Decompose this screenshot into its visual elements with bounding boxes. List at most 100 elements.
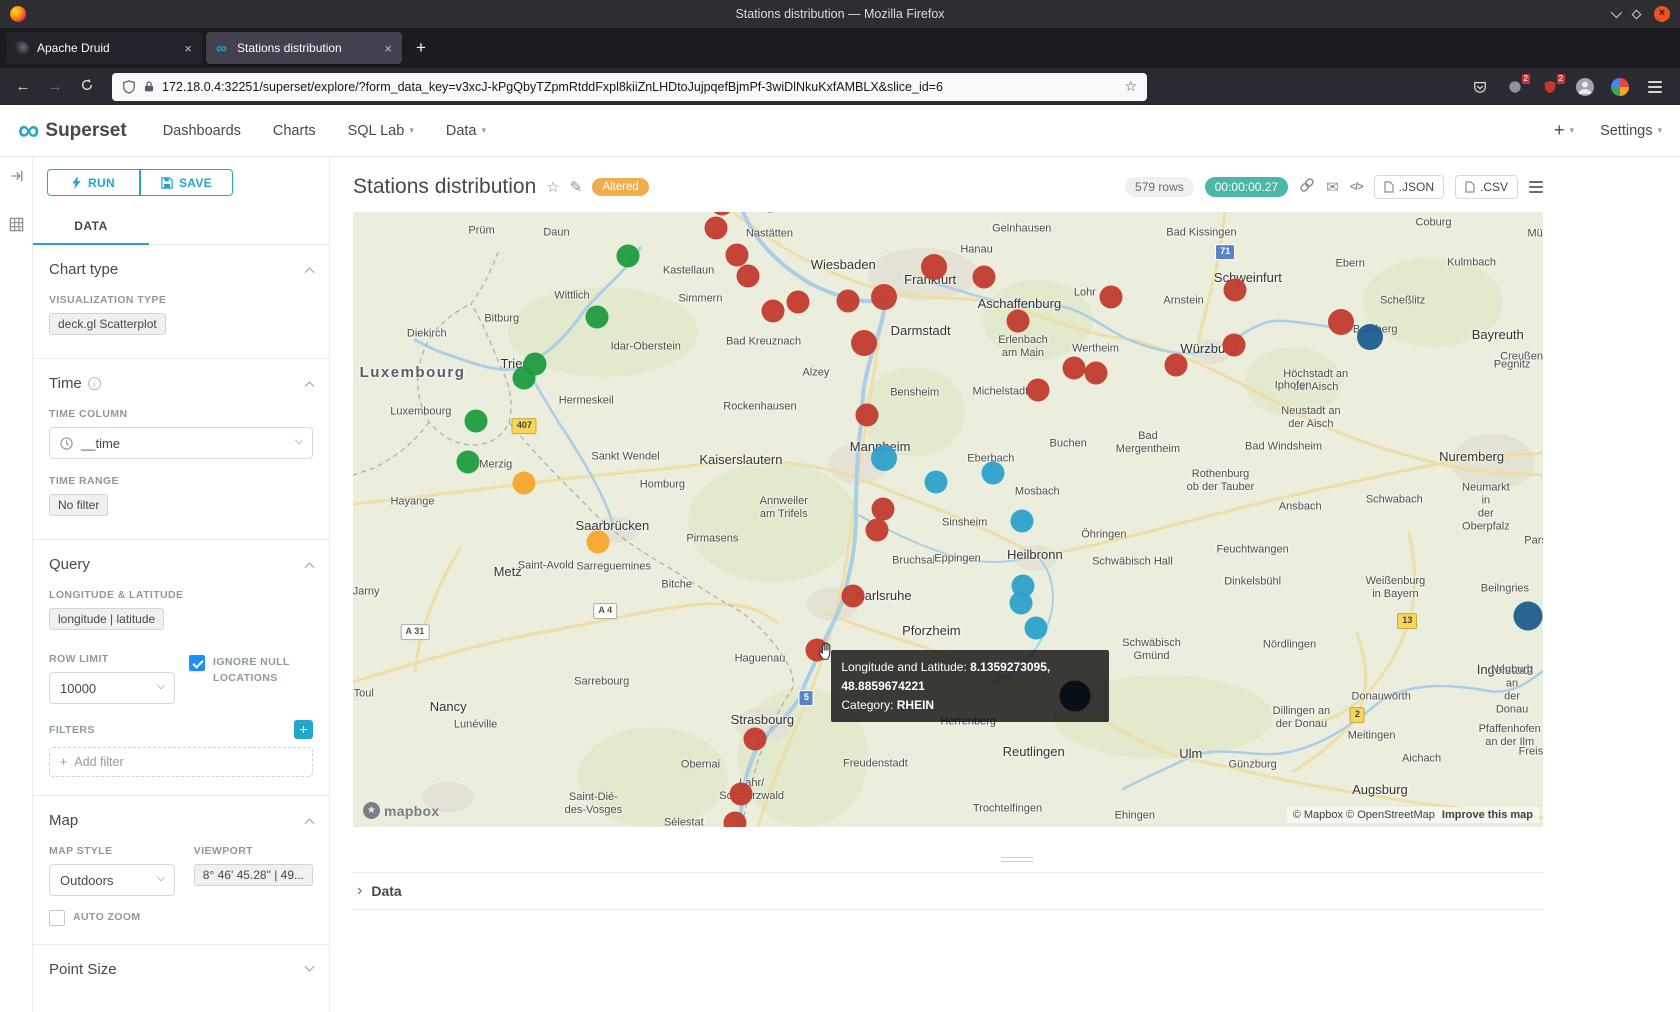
run-button[interactable]: RUN [47,169,140,196]
map-header[interactable]: Map [49,812,313,829]
browser-tab-apache-druid[interactable]: Apache Druid × [6,32,202,64]
point-size-header[interactable]: Point Size [49,961,313,978]
scatter-point[interactable] [762,300,785,323]
nav-item-sql-lab[interactable]: SQL Lab▾ [348,123,414,139]
embed-code-icon[interactable]: </> [1350,181,1363,193]
scatter-point[interactable] [925,470,948,493]
time-range-pill[interactable]: No filter [49,494,108,516]
scatter-point[interactable] [1357,324,1383,350]
export-json-button[interactable]: .JSON [1374,175,1444,199]
improve-map-link[interactable]: Improve this map [1442,809,1533,821]
scatter-point[interactable] [1328,309,1354,335]
extension-pinwheel-icon[interactable] [1611,78,1629,96]
scatter-point[interactable] [1100,285,1123,308]
chart-menu-icon[interactable] [1529,186,1543,188]
add-filter-plus-button[interactable]: + [294,720,313,739]
nav-item-charts[interactable]: Charts [273,123,316,139]
chart-type-header[interactable]: Chart type [49,261,313,278]
add-filter-box[interactable]: +Add filter [49,747,313,777]
scatter-point[interactable] [841,584,864,607]
scatter-point[interactable] [513,472,536,495]
extension-icon[interactable]: 2 [1506,78,1524,96]
scatter-point[interactable] [726,244,749,267]
scatter-point[interactable] [851,330,877,356]
tracking-shield-icon[interactable] [122,80,136,94]
scatter-point[interactable] [1223,279,1246,302]
tab-close-icon[interactable]: × [182,41,194,56]
viewport-pill[interactable]: 8° 46' 45.28" | 49... [194,864,313,886]
profile-avatar-icon[interactable] [1576,78,1594,96]
browser-tab-stations-distribution[interactable]: ∞ Stations distribution × [206,32,402,64]
resize-grip[interactable] [1001,857,1033,862]
row-limit-select[interactable]: 10000 [49,672,175,704]
window-close-button[interactable]: × [1654,6,1670,22]
scatter-point[interactable] [616,245,639,268]
scatter-point[interactable] [982,461,1005,484]
scatter-point[interactable] [723,811,746,827]
edit-properties-icon[interactable]: ✎ [570,178,583,196]
scatter-point[interactable] [1027,378,1050,401]
nav-item-data[interactable]: Data▾ [446,123,486,139]
forward-button[interactable]: → [42,78,68,95]
scatter-point[interactable] [587,531,610,554]
adblock-shield-icon[interactable]: 2 [1541,78,1559,96]
reload-button[interactable] [74,78,100,96]
share-link-icon[interactable] [1299,177,1315,197]
nav-item-dashboards[interactable]: Dashboards [163,123,241,139]
scatter-point[interactable] [1007,309,1030,332]
scatter-point[interactable] [464,410,487,433]
scatter-point[interactable] [744,728,767,751]
scatter-point[interactable] [871,445,897,471]
time-column-select[interactable]: __time [49,427,313,459]
scatter-point[interactable] [513,367,536,390]
window-maximize-button[interactable] [1632,9,1642,19]
scatter-point[interactable] [457,451,480,474]
save-button[interactable]: SAVE [140,169,233,196]
url-text[interactable]: 172.18.0.4:32251/superset/explore/?form_… [162,80,1117,94]
scatter-point[interactable] [1165,354,1188,377]
scatter-point[interactable] [729,782,752,805]
scatter-point[interactable] [1025,616,1048,639]
map-style-select[interactable]: Outdoors [49,864,175,896]
tab-close-icon[interactable]: × [382,41,394,56]
scatter-point[interactable] [1084,362,1107,385]
scatter-point[interactable] [704,216,727,239]
scatter-point[interactable] [737,264,760,287]
favorite-star-icon[interactable]: ☆ [546,178,559,196]
email-icon[interactable]: ✉ [1326,178,1339,196]
pocket-icon[interactable] [1471,78,1489,96]
superset-logo[interactable]: ∞ [18,116,39,146]
tab-data[interactable]: DATA [33,210,149,245]
settings-menu[interactable]: Settings▾ [1600,123,1662,139]
altered-badge[interactable]: Altered [592,178,648,196]
scatter-point[interactable] [1010,509,1033,532]
scatter-point[interactable] [856,403,879,426]
lonlat-pill[interactable]: longitude | latitude [49,608,164,630]
scatter-point[interactable] [871,498,894,521]
data-section-toggle[interactable]: › Data [353,872,1543,910]
bookmark-star-icon[interactable]: ☆ [1124,78,1137,95]
scatter-point[interactable] [1222,333,1245,356]
scatter-point[interactable] [1513,602,1542,631]
ignore-null-checkbox[interactable] [189,655,205,671]
scatter-point[interactable] [972,266,995,289]
scatter-point[interactable] [921,254,947,280]
query-header[interactable]: Query [49,556,313,573]
superset-brand[interactable]: Superset [45,120,126,142]
window-minimize-button[interactable] [1611,7,1622,18]
viz-type-pill[interactable]: deck.gl Scatterplot [49,313,166,335]
scatter-point[interactable] [787,290,810,313]
back-button[interactable]: ← [10,78,36,95]
scatter-point[interactable] [585,306,608,329]
url-bar[interactable]: 172.18.0.4:32251/superset/explore/?form_… [112,73,1147,101]
scatter-point[interactable] [871,284,897,310]
expand-panel-icon[interactable] [9,169,24,183]
dataset-grid-icon[interactable] [9,217,24,232]
auto-zoom-checkbox[interactable] [49,910,65,926]
scatter-point[interactable] [837,290,860,313]
export-csv-button[interactable]: .CSV [1455,175,1518,199]
new-tab-button[interactable]: + [406,38,436,58]
add-new-button[interactable]: +▾ [1554,120,1574,141]
time-header[interactable]: Timei [49,375,313,392]
map-canvas[interactable]: PrümDaunNastättenGelnhausenBad Kissingen… [353,212,1543,827]
